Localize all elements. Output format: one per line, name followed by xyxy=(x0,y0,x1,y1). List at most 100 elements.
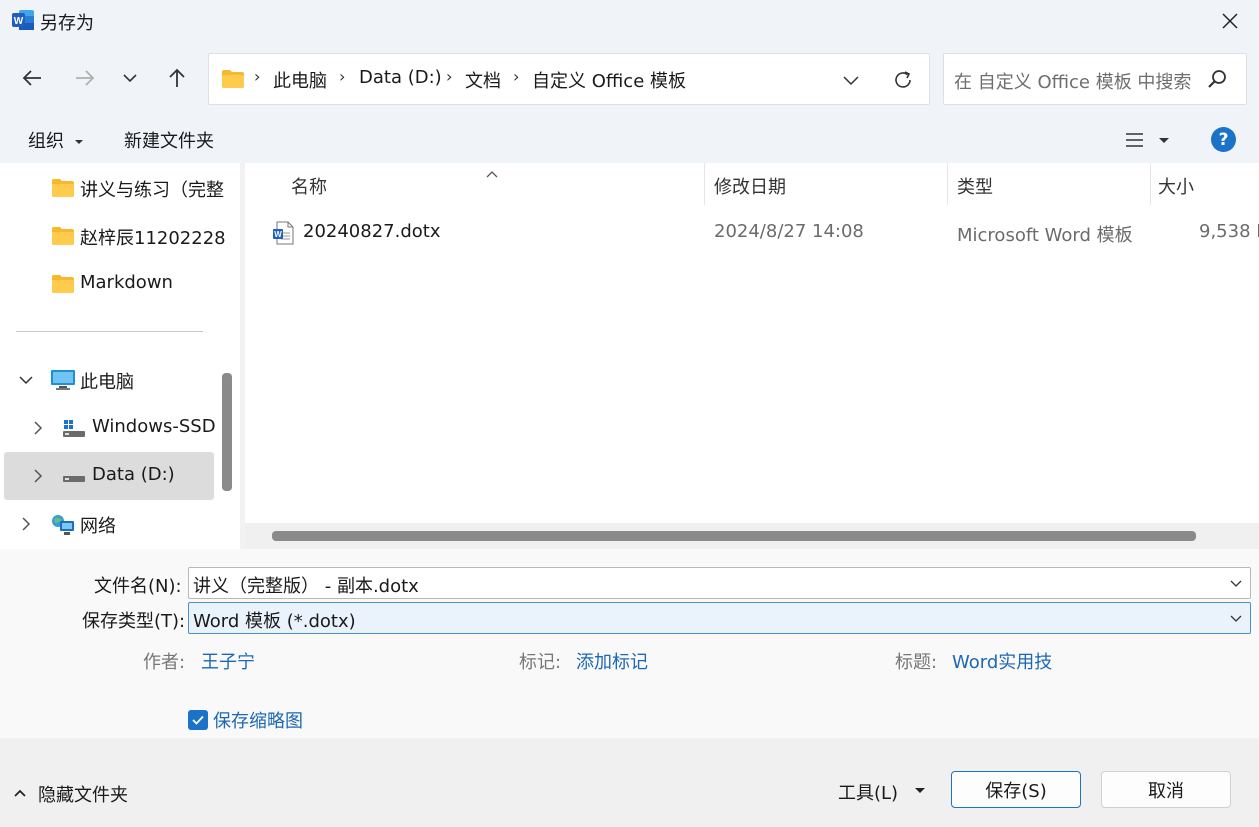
close-icon xyxy=(1222,13,1238,29)
organize-label: 组织 xyxy=(28,131,64,152)
file-name: 20240827.dotx xyxy=(303,221,441,242)
svg-text:W: W xyxy=(274,230,282,239)
address-bar[interactable]: › 此电脑 › Data (D:) › 文档 › 自定义 Office 模板 xyxy=(208,53,930,105)
arrow-right-icon xyxy=(76,70,95,86)
chevron-right-icon[interactable] xyxy=(28,466,48,486)
breadcrumb-this-pc[interactable]: 此电脑 xyxy=(273,67,327,93)
address-history-dropdown[interactable] xyxy=(837,67,865,93)
refresh-button[interactable] xyxy=(889,66,917,94)
sidebar-item-label: Windows-SSD xyxy=(92,416,216,437)
sidebar-item-network[interactable]: 网络 xyxy=(4,500,214,548)
breadcrumb-separator: › xyxy=(254,67,261,86)
help-button[interactable]: ? xyxy=(1211,127,1236,152)
sidebar-divider xyxy=(16,331,203,332)
sidebar-item-label: 讲义与练习（完整 xyxy=(80,180,224,201)
tools-menu[interactable]: 工具(L) xyxy=(838,778,930,806)
file-size: 9,538 K xyxy=(1199,221,1259,242)
sidebar-item-windows-ssd[interactable]: Windows-SSD xyxy=(4,404,216,452)
save-button[interactable]: 保存(S) xyxy=(951,771,1081,808)
column-header-type[interactable]: 类型 xyxy=(957,173,993,199)
title-label: 标题: xyxy=(895,652,938,673)
column-separator[interactable] xyxy=(947,163,948,205)
forward-button[interactable] xyxy=(67,60,103,96)
breadcrumb-documents[interactable]: 文档 xyxy=(465,67,501,93)
chevron-down-icon[interactable] xyxy=(1228,575,1244,591)
new-folder-button[interactable]: 新建文件夹 xyxy=(124,127,214,153)
organize-menu[interactable]: 组织 xyxy=(28,127,84,153)
command-bar: 组织 新建文件夹 ? xyxy=(0,115,1259,163)
save-thumbnail-label[interactable]: 保存缩略图 xyxy=(213,707,303,733)
refresh-icon xyxy=(895,71,911,88)
chevron-down-icon xyxy=(123,74,137,83)
column-header-modified[interactable]: 修改日期 xyxy=(714,173,786,199)
search-placeholder: 在 自定义 Office 模板 中搜索 xyxy=(954,72,1192,93)
breadcrumb-data-drive[interactable]: Data (D:) xyxy=(359,67,442,88)
filename-value: 讲义（完整版） - 副本.dotx xyxy=(193,576,419,597)
breadcrumb-separator: › xyxy=(513,67,520,86)
column-header-size[interactable]: 大小 xyxy=(1158,173,1194,199)
folder-icon xyxy=(221,69,245,89)
sidebar-item-label: 赵梓辰11202228 xyxy=(80,228,226,249)
author-field[interactable]: 王子宁 xyxy=(201,648,255,674)
save-form: 文件名(N): 讲义（完整版） - 副本.dotx 保存类型(T): Word … xyxy=(0,549,1259,738)
navigation-pane: 讲义与练习（完整 赵梓辰11202228 Markdown 此电脑 Window… xyxy=(0,163,240,549)
caret-down-icon xyxy=(915,788,925,793)
sidebar-item-data-drive[interactable]: Data (D:) xyxy=(4,452,214,500)
table-row[interactable]: W 20240827.dotx 2024/8/27 14:08 Microsof… xyxy=(245,209,1259,255)
cancel-button[interactable]: 取消 xyxy=(1101,771,1231,808)
tags-field[interactable]: 添加标记 xyxy=(576,648,648,674)
sidebar-item-label: 此电脑 xyxy=(80,372,134,393)
up-button[interactable] xyxy=(159,60,195,96)
column-header-name[interactable]: 名称 xyxy=(291,173,327,199)
breadcrumb-separator: › xyxy=(339,67,346,86)
caret-down-icon xyxy=(74,140,83,144)
chevron-right-icon[interactable] xyxy=(16,514,36,534)
file-modified: 2024/8/27 14:08 xyxy=(714,221,864,242)
column-separator[interactable] xyxy=(704,163,705,205)
sidebar-scrollbar[interactable] xyxy=(222,373,232,491)
chevron-down-icon[interactable] xyxy=(16,370,36,390)
sidebar-item-markdown[interactable]: Markdown xyxy=(4,260,214,308)
network-icon xyxy=(50,513,74,535)
sidebar-item-lecture-folder[interactable]: 讲义与练习（完整 xyxy=(4,164,224,212)
checkmark-icon xyxy=(192,715,204,725)
view-options-button[interactable] xyxy=(1122,127,1174,153)
sidebar-item-label: Markdown xyxy=(80,272,173,293)
folder-icon xyxy=(51,225,75,247)
close-button[interactable] xyxy=(1201,0,1259,42)
filename-input[interactable]: 讲义（完整版） - 副本.dotx xyxy=(188,567,1251,599)
chevron-down-icon[interactable] xyxy=(1228,610,1244,626)
chevron-right-icon[interactable] xyxy=(28,418,48,438)
folder-icon xyxy=(51,273,75,295)
search-input[interactable]: 在 自定义 Office 模板 中搜索 xyxy=(943,53,1247,105)
dialog-footer: 隐藏文件夹 工具(L) 保存(S) 取消 xyxy=(0,738,1259,827)
author-label: 作者: xyxy=(143,652,186,673)
computer-icon xyxy=(50,369,75,391)
arrow-up-icon xyxy=(169,68,185,87)
search-icon[interactable] xyxy=(1206,69,1228,91)
drive-icon xyxy=(62,465,86,487)
folder-icon xyxy=(51,177,75,199)
back-button[interactable] xyxy=(14,60,50,96)
sidebar-item-zhao-folder[interactable]: 赵梓辰11202228 xyxy=(4,212,226,260)
save-thumbnail-checkbox[interactable] xyxy=(188,710,208,730)
title-bar: W 另存为 xyxy=(0,0,1259,42)
hide-folders-label: 隐藏文件夹 xyxy=(38,785,128,806)
title-field[interactable]: Word实用技 xyxy=(952,648,1052,674)
tools-label: 工具(L) xyxy=(838,783,899,804)
chevron-down-icon xyxy=(843,76,859,86)
column-separator[interactable] xyxy=(1150,163,1151,205)
word-template-icon: W xyxy=(272,221,294,245)
file-list: 名称 修改日期 类型 大小 W 20240827.dotx 2024/8/27 … xyxy=(245,163,1259,549)
sidebar-item-this-pc[interactable]: 此电脑 xyxy=(4,356,214,404)
recent-locations-button[interactable] xyxy=(112,60,148,96)
filetype-label: 保存类型(T): xyxy=(82,611,186,632)
filetype-select[interactable]: Word 模板 (*.dotx) xyxy=(188,602,1251,634)
sort-ascending-icon xyxy=(485,163,499,178)
horizontal-scrollbar[interactable] xyxy=(245,523,1259,549)
breadcrumb-office-templates[interactable]: 自定义 Office 模板 xyxy=(532,67,686,93)
tags-label: 标记: xyxy=(519,652,562,673)
chevron-up-icon xyxy=(14,789,26,797)
arrow-left-icon xyxy=(22,70,41,86)
scrollbar-thumb[interactable] xyxy=(272,531,1196,541)
